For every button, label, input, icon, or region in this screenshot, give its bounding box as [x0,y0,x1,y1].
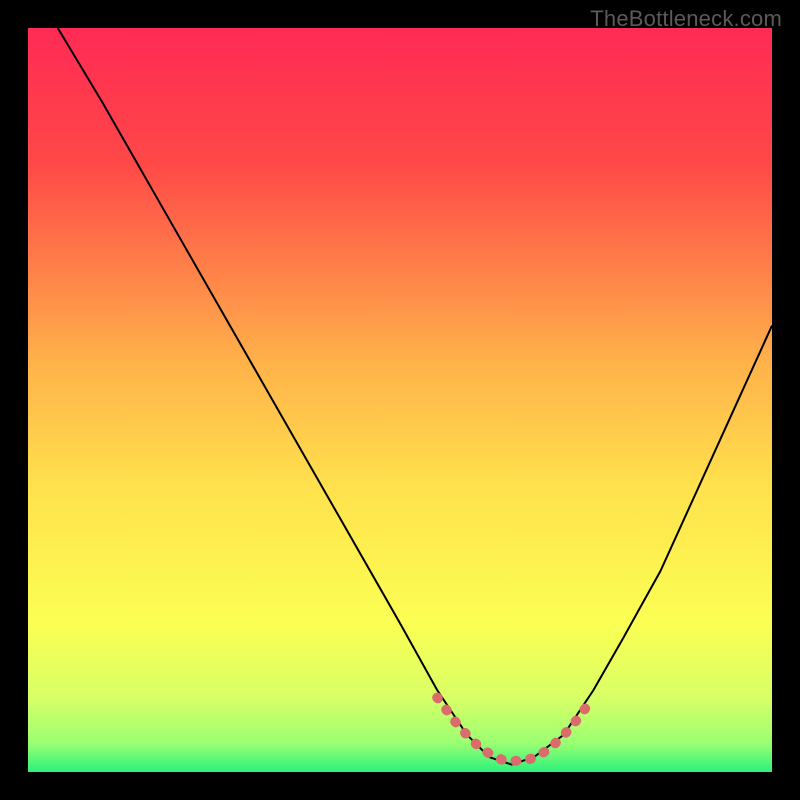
watermark-text: TheBottleneck.com [590,6,782,32]
chart-surface [28,28,772,772]
chart-container [28,28,772,772]
chart-background [28,28,772,772]
chart-svg [28,28,772,772]
